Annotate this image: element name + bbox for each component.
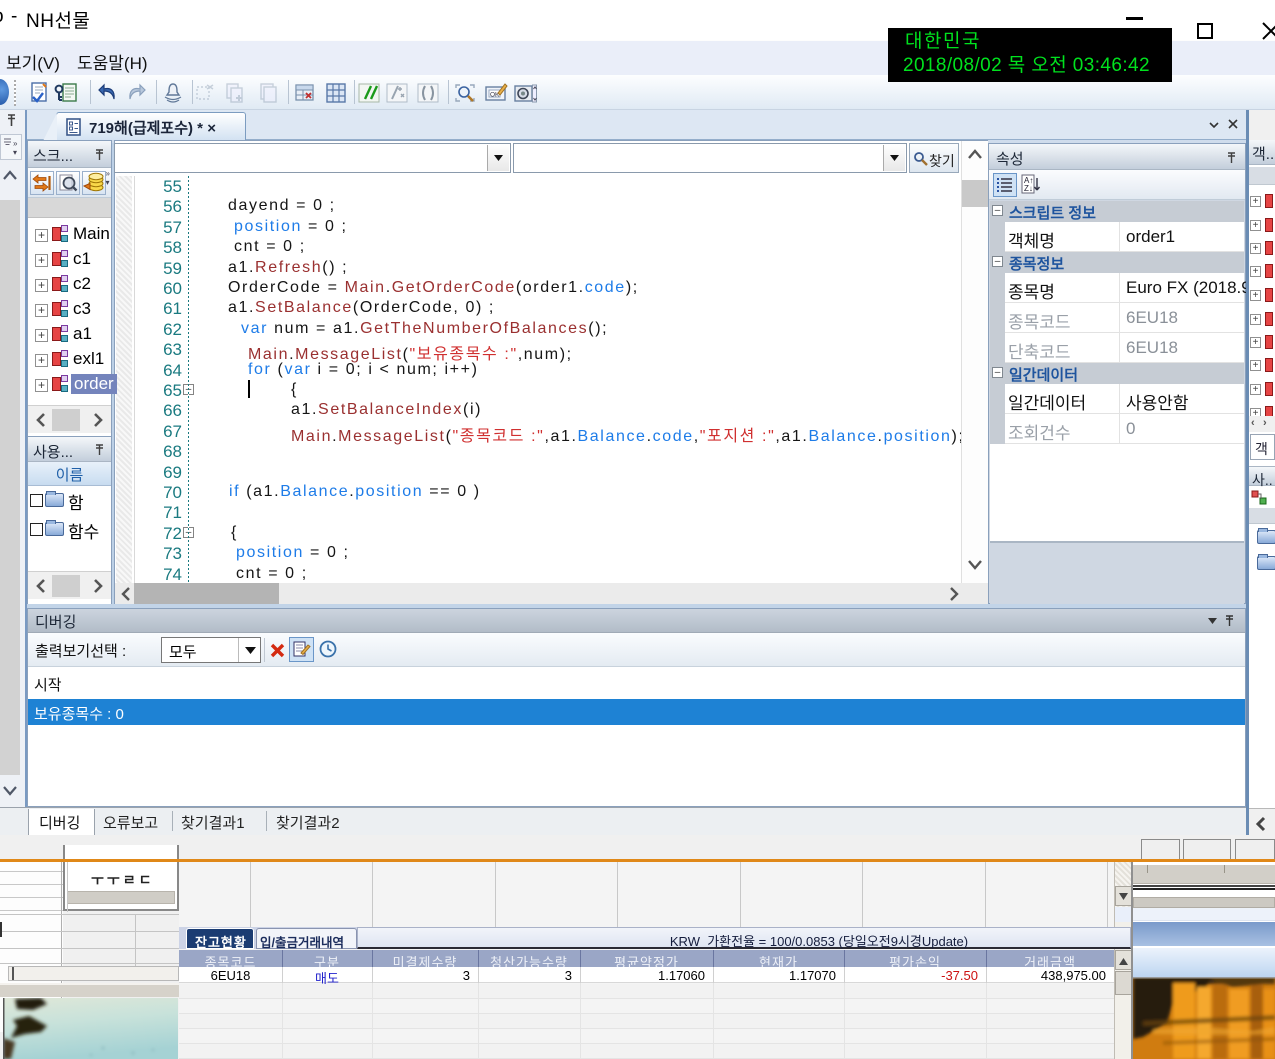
svg-text:Z↓: Z↓ [1024,184,1033,193]
